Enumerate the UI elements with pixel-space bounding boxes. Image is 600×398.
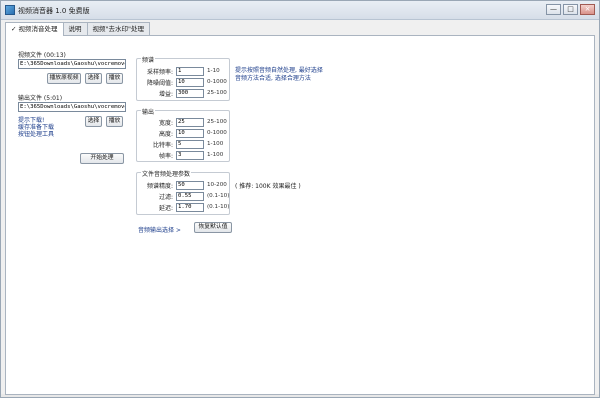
- g1-row2-range: 0-1000: [207, 79, 227, 85]
- spectrum-group: 频谱 采样频率: 1 1-10 降噪阈值: 10 0-1000 增益: 300 …: [136, 55, 230, 101]
- g1-row3-input[interactable]: 300: [176, 89, 204, 98]
- spectrum-group-legend: 频谱: [141, 55, 156, 64]
- g3-row2-label: 过滤:: [158, 194, 173, 201]
- g2-row1-label: 宽度:: [158, 120, 173, 127]
- source-path-input[interactable]: E:\365Downloads\Gaoshu\vocremover\视: [18, 59, 126, 69]
- g1-note-line-2: 音频方法合适, 选择合理方法: [235, 75, 311, 82]
- status-line-3: 按钮处理工具: [18, 131, 55, 138]
- g2-row3-label: 比特率:: [152, 142, 173, 149]
- window-title: 视频消音器 1.0 免费版: [18, 7, 90, 15]
- g2-row2-label: 高度:: [158, 131, 173, 138]
- tab-vocal-remove[interactable]: ✓ 视频消音处理: [5, 22, 64, 36]
- close-button[interactable]: ×: [580, 4, 595, 15]
- reset-defaults-button[interactable]: 恢复默认值: [194, 222, 232, 233]
- output-file-label: 输出文件 (5:01): [18, 95, 63, 102]
- source-file-label: 视频文件 (00:13): [18, 52, 66, 59]
- title-bar[interactable]: 视频消音器 1.0 免费版 — □ ×: [1, 1, 599, 20]
- g1-row1-input[interactable]: 1: [176, 67, 204, 76]
- select-output-button[interactable]: 选择: [85, 116, 102, 127]
- output-path-input[interactable]: E:\365Downloads\Gaoshu\vocremover\视: [18, 102, 126, 112]
- app-window: 视频消音器 1.0 免费版 — □ × ✓ 视频消音处理 说明 视频"去水印"处…: [0, 0, 600, 398]
- g3-note: ( 推荐: 100K 效果最佳 ): [235, 183, 301, 190]
- g3-row1-label: 频谱精度:: [146, 183, 173, 190]
- play-output-button[interactable]: 播放: [106, 116, 123, 127]
- g3-row2-range: (0.1-10): [207, 193, 230, 199]
- audio-param-group-legend: 文件音频处理参数: [141, 169, 192, 178]
- tab-strip: ✓ 视频消音处理 说明 视频"去水印"处理: [5, 22, 150, 36]
- g3-row1-range: 10-200: [207, 182, 227, 188]
- g2-row4-input[interactable]: 3: [176, 151, 204, 160]
- g2-row2-input[interactable]: 10: [176, 129, 204, 138]
- output-group: 输出 宽度: 25 25-100 高度: 10 0-1000 比特率: 5 1-…: [136, 107, 230, 162]
- tab-panel: 视频文件 (00:13) E:\365Downloads\Gaoshu\vocr…: [5, 35, 595, 395]
- g3-row1-input[interactable]: 50: [176, 181, 204, 190]
- select-source-button[interactable]: 选择: [85, 73, 102, 84]
- minimize-button[interactable]: —: [546, 4, 561, 15]
- preview-source-button[interactable]: 播放原视频: [47, 73, 81, 84]
- g1-row2-label: 降噪阈值:: [146, 80, 173, 87]
- maximize-button[interactable]: □: [563, 4, 578, 15]
- g2-row3-range: 1-100: [207, 141, 224, 147]
- g1-row3-label: 增益:: [158, 91, 173, 98]
- g3-row3-range: (0.1-10): [207, 204, 230, 210]
- start-process-button[interactable]: 开始处理: [80, 153, 124, 164]
- g1-row1-label: 采样频率:: [146, 69, 173, 76]
- g2-row1-range: 25-100: [207, 119, 227, 125]
- g2-row4-label: 帧率:: [158, 153, 173, 160]
- g2-row1-input[interactable]: 25: [176, 118, 204, 127]
- tab-help[interactable]: 说明: [62, 22, 88, 35]
- audio-output-link[interactable]: 音频输出选择 >: [138, 225, 181, 234]
- g3-row3-label: 延迟:: [158, 205, 173, 212]
- g3-row2-input[interactable]: 0.55: [176, 192, 204, 201]
- g1-row3-range: 25-100: [207, 90, 227, 96]
- output-group-legend: 输出: [141, 107, 156, 116]
- app-icon: [5, 5, 15, 15]
- g2-row2-range: 0-1000: [207, 130, 227, 136]
- g3-row3-input[interactable]: 1.70: [176, 203, 204, 212]
- audio-param-group: 文件音频处理参数 频谱精度: 50 10-200 过滤: 0.55 (0.1-1…: [136, 169, 230, 215]
- g2-row3-input[interactable]: 5: [176, 140, 204, 149]
- g1-row2-input[interactable]: 10: [176, 78, 204, 87]
- tab-watermark[interactable]: 视频"去水印"处理: [86, 22, 150, 35]
- g2-row4-range: 1-100: [207, 152, 224, 158]
- g1-row1-range: 1-10: [207, 68, 220, 74]
- play-source-button[interactable]: 播放: [106, 73, 123, 84]
